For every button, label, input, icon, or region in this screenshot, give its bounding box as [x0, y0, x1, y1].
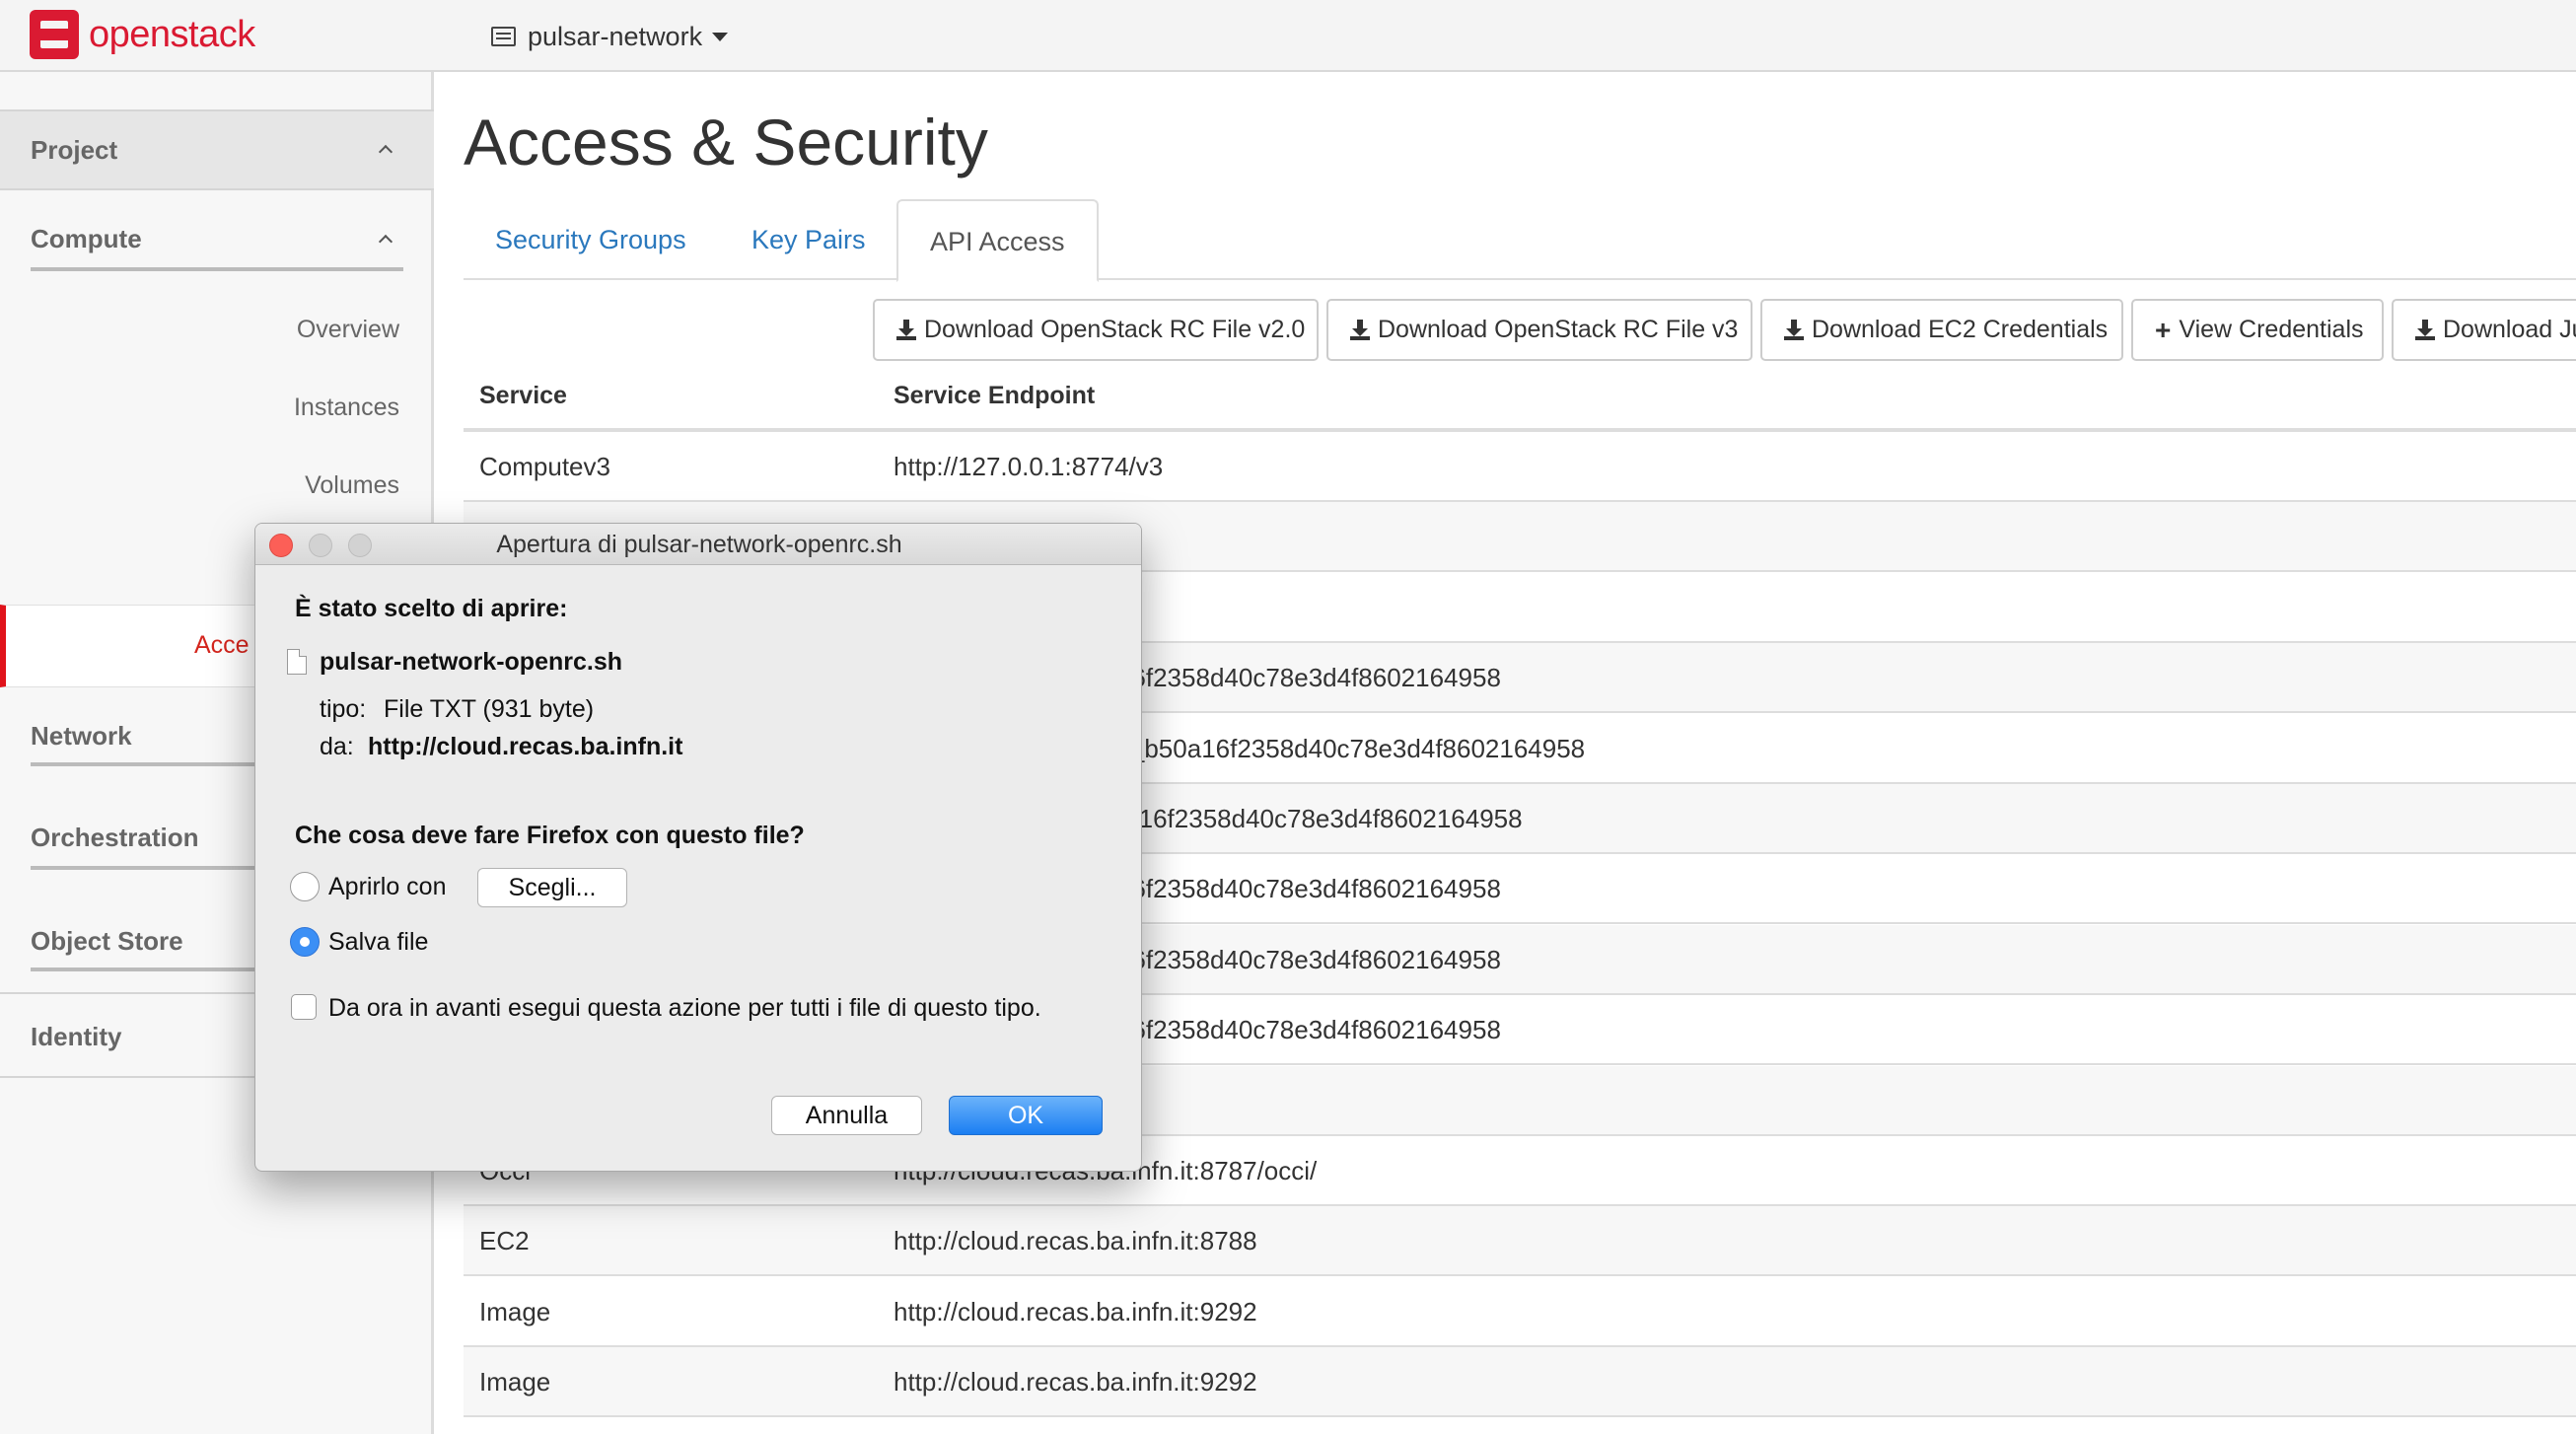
service-cell: Image [479, 1367, 551, 1398]
plus-icon: + [2155, 314, 2172, 345]
button-label: View Credentials [2179, 316, 2364, 343]
view-credentials-button[interactable]: + View Credentials [2131, 299, 2384, 361]
sidebar-item-network[interactable]: Network [31, 721, 132, 752]
download-rc-v2-button[interactable]: Download OpenStack RC File v2.0 [873, 299, 1319, 361]
sidebar-item-orchestration[interactable]: Orchestration [31, 823, 199, 853]
download-dialog: Apertura di pulsar-network-openrc.sh È s… [254, 523, 1142, 1172]
project-list-icon [491, 27, 516, 46]
ok-button[interactable]: OK [949, 1096, 1103, 1135]
tab-bar: Security Groups Key Pairs API Access [464, 199, 2576, 282]
table-row: Computev3 http://127.0.0.1:8774/v3 [464, 432, 2576, 502]
tab-key-pairs[interactable]: Key Pairs [720, 199, 897, 280]
endpoint-cell: http://cloud.recas.ba.infn.it:9292 [894, 1296, 1257, 1326]
tab-security-groups[interactable]: Security Groups [464, 199, 718, 280]
sidebar-item-instances[interactable]: Instances [294, 394, 399, 422]
endpoint-cell: http://cloud.recas.ba.infn.it:9292 [894, 1367, 1257, 1398]
file-icon [287, 649, 307, 675]
choose-app-button[interactable]: Scegli... [477, 868, 627, 907]
service-cell: Image [479, 1296, 551, 1326]
table-row: Image http://cloud.recas.ba.infn.it:9292 [464, 1277, 2576, 1347]
chosen-label: È stato scelto di aprire: [295, 595, 568, 622]
remember-choice-checkbox[interactable] [291, 994, 317, 1020]
cancel-button[interactable]: Annulla [771, 1096, 922, 1135]
sidebar-item-volumes[interactable]: Volumes [305, 471, 399, 500]
sidebar-section-project[interactable]: Project [0, 109, 434, 190]
chevron-up-icon [378, 234, 394, 250]
logo-text: openstack [89, 13, 255, 55]
download-icon [1784, 319, 1804, 341]
top-navbar: openstack pulsar-network [0, 0, 2576, 72]
file-name: pulsar-network-openrc.sh [320, 648, 622, 676]
endpoint-cell: http://127.0.0.1:8774/v3 [894, 452, 1164, 481]
dialog-titlebar[interactable]: Apertura di pulsar-network-openrc.sh [255, 524, 1141, 565]
project-name: pulsar-network [528, 21, 703, 51]
download-icon [896, 319, 916, 341]
button-label: Download OpenStack RC File v3 [1378, 316, 1739, 343]
sidebar-underline [31, 267, 403, 271]
tab-api-access[interactable]: API Access [896, 199, 1099, 282]
button-label: Download OpenStack RC File v2.0 [924, 316, 1306, 343]
question-label: Che cosa deve fare Firefox con questo fi… [295, 822, 805, 849]
page-title: Access & Security [464, 106, 988, 179]
caret-down-icon [712, 32, 729, 41]
dialog-title: Apertura di pulsar-network-openrc.sh [496, 531, 902, 558]
save-file-label[interactable]: Salva file [328, 928, 428, 957]
sidebar-item-overview[interactable]: Overview [297, 316, 399, 344]
sidebar-item-label: Acce [194, 631, 250, 659]
service-cell: Computev3 [479, 452, 610, 481]
from-label: da: [320, 733, 354, 760]
open-with-radio[interactable] [290, 872, 320, 901]
download-juju-button[interactable]: Download Ju [2392, 299, 2576, 361]
openstack-logo-icon [30, 10, 79, 59]
type-value: File TXT (931 byte) [384, 695, 595, 723]
service-cell: EC2 [479, 1226, 530, 1256]
chevron-up-icon [378, 144, 394, 160]
sidebar-item-identity[interactable]: Identity [31, 1022, 121, 1052]
column-header-service: Service [479, 382, 567, 409]
project-switcher[interactable]: pulsar-network [491, 18, 729, 55]
download-icon [1350, 319, 1370, 341]
type-label: tipo: [320, 695, 367, 723]
download-icon [2415, 319, 2435, 341]
column-header-endpoint: Service Endpoint [894, 382, 1096, 409]
sidebar-project-label: Project [31, 135, 118, 165]
button-label: Download EC2 Credentials [1812, 316, 2109, 343]
openstack-logo[interactable]: openstack [30, 10, 255, 59]
endpoint-cell: http://cloud.recas.ba.infn.it:8788 [894, 1226, 1257, 1256]
remember-choice-label[interactable]: Da ora in avanti esegui questa azione pe… [328, 994, 1041, 1023]
table-row: Image http://cloud.recas.ba.infn.it:9292 [464, 1347, 2576, 1418]
save-file-radio[interactable] [290, 927, 320, 957]
sidebar-item-object-store[interactable]: Object Store [31, 926, 183, 957]
open-with-label[interactable]: Aprirlo con [328, 873, 447, 901]
table-row: EC2 http://cloud.recas.ba.infn.it:8788 [464, 1206, 2576, 1277]
from-value: http://cloud.recas.ba.infn.it [368, 733, 683, 760]
download-ec2-button[interactable]: Download EC2 Credentials [1760, 299, 2123, 361]
sidebar-compute-label: Compute [31, 224, 142, 253]
download-rc-v3-button[interactable]: Download OpenStack RC File v3 [1326, 299, 1753, 361]
button-label: Download Ju [2443, 316, 2576, 343]
